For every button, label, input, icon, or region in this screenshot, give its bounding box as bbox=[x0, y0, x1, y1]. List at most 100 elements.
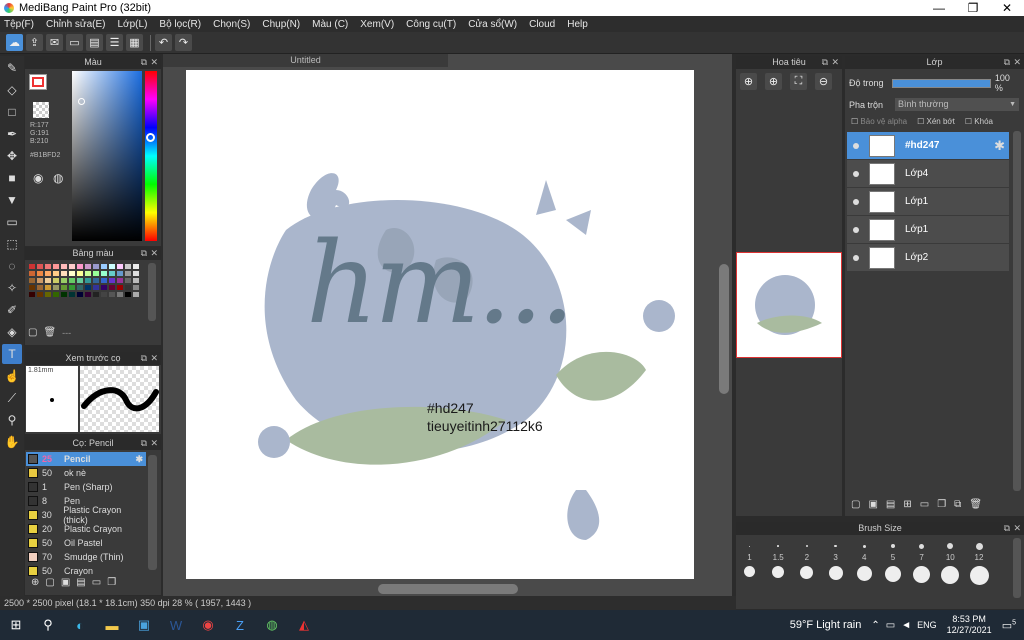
brush-list-item[interactable]: 70 Smudge (Thin) bbox=[26, 550, 146, 564]
delete-palette-icon[interactable]: 🗑 bbox=[43, 327, 56, 338]
menu-color[interactable]: Màu (C) bbox=[312, 19, 348, 30]
brush-size-preset[interactable]: 1 bbox=[740, 539, 759, 585]
redo-icon[interactable]: ↷ bbox=[175, 34, 192, 51]
palette-swatch[interactable] bbox=[44, 270, 52, 277]
eye-icon[interactable] bbox=[853, 254, 859, 261]
merge-layer-icon[interactable]: ⧉ bbox=[954, 499, 961, 510]
network-icon[interactable]: ▭ bbox=[886, 620, 895, 631]
brush-size-scrollbar[interactable] bbox=[1013, 538, 1021, 598]
edge-icon[interactable]: ◐ bbox=[66, 612, 94, 638]
maximize-button[interactable]: ❐ bbox=[956, 1, 990, 15]
close-button[interactable]: ✕ bbox=[990, 1, 1024, 15]
palette-swatch[interactable] bbox=[132, 263, 140, 270]
close-icon[interactable]: ✕ bbox=[1013, 56, 1021, 69]
zoom-reset-icon[interactable]: ⊖ bbox=[815, 73, 832, 90]
eye-icon[interactable] bbox=[853, 226, 859, 233]
hue-slider[interactable] bbox=[145, 71, 157, 241]
palette-swatch[interactable] bbox=[108, 270, 116, 277]
store-icon[interactable]: ▣ bbox=[130, 612, 158, 638]
protect-alpha-checkbox[interactable]: ☐ Bảo vệ alpha bbox=[851, 117, 907, 126]
chrome-icon[interactable]: ◉ bbox=[194, 612, 222, 638]
palette-swatch[interactable] bbox=[36, 291, 44, 298]
gear-icon[interactable]: ✱ bbox=[994, 138, 1005, 154]
menu-window[interactable]: Cửa sổ(W) bbox=[468, 19, 517, 30]
brush-list-item[interactable]: 50 Oil Pastel bbox=[26, 536, 146, 550]
folder-icon[interactable]: ▭ bbox=[920, 499, 929, 510]
palette-swatch[interactable] bbox=[68, 291, 76, 298]
menu-filter[interactable]: Bộ lọc(R) bbox=[159, 19, 201, 30]
palette-swatch[interactable] bbox=[60, 284, 68, 291]
background-color-swatch[interactable] bbox=[33, 102, 49, 118]
palette-swatch[interactable] bbox=[44, 277, 52, 284]
cloud-icon[interactable]: ☁ bbox=[6, 34, 23, 51]
close-icon[interactable]: ✕ bbox=[150, 56, 158, 69]
color-wheel-icon[interactable]: ◉ bbox=[33, 171, 43, 185]
palette-scrollbar[interactable] bbox=[148, 263, 156, 321]
new-palette-icon[interactable]: ▢ bbox=[28, 327, 37, 338]
brush-list-item[interactable]: 50 Crayon bbox=[26, 564, 146, 578]
close-icon[interactable]: ✕ bbox=[150, 247, 158, 260]
popout-icon[interactable]: ⧉ bbox=[141, 437, 147, 450]
palette-swatch[interactable] bbox=[84, 291, 92, 298]
menu-help[interactable]: Help bbox=[567, 19, 588, 30]
select-eraser-tool-icon[interactable]: ◈ bbox=[2, 322, 22, 342]
popout-icon[interactable]: ⧉ bbox=[141, 247, 147, 260]
layer-row[interactable]: Lớp4 bbox=[847, 160, 1009, 187]
palette-swatch[interactable] bbox=[132, 291, 140, 298]
eraser-tool-icon[interactable]: ◇ bbox=[2, 80, 22, 100]
grid-icon[interactable]: ▦ bbox=[126, 34, 143, 51]
tray-chevron-icon[interactable]: ⌃ bbox=[871, 620, 879, 631]
palette-swatch[interactable] bbox=[92, 277, 100, 284]
palette-swatch[interactable] bbox=[52, 291, 60, 298]
layer-row[interactable]: Lớp1 bbox=[847, 188, 1009, 215]
bucket-tool-icon[interactable]: ▼ bbox=[2, 190, 22, 210]
upload-icon[interactable]: ⇪ bbox=[26, 34, 43, 51]
palette-swatch[interactable] bbox=[28, 284, 36, 291]
vertical-scrollbar[interactable] bbox=[719, 264, 729, 394]
undo-icon[interactable]: ↶ bbox=[155, 34, 172, 51]
palette-swatch[interactable] bbox=[68, 284, 76, 291]
brush-size-preset[interactable]: 5 bbox=[883, 539, 902, 585]
popout-icon[interactable]: ⧉ bbox=[1004, 56, 1010, 69]
menu-layer[interactable]: Lớp(L) bbox=[118, 19, 148, 30]
magic-wand-tool-icon[interactable]: ✧ bbox=[2, 278, 22, 298]
palette-swatch[interactable] bbox=[84, 277, 92, 284]
palette-swatch[interactable] bbox=[84, 270, 92, 277]
palette-swatch[interactable] bbox=[92, 270, 100, 277]
palette-swatch[interactable] bbox=[84, 263, 92, 270]
brush-size-preset[interactable]: 3 bbox=[826, 539, 845, 585]
palette-swatch[interactable] bbox=[76, 277, 84, 284]
eye-icon[interactable] bbox=[853, 142, 859, 149]
brush-size-preset[interactable]: 2 bbox=[797, 539, 816, 585]
menu-file[interactable]: Tệp(F) bbox=[4, 19, 34, 30]
new-brush-icon[interactable]: ▢ bbox=[45, 577, 54, 588]
palette-swatch[interactable] bbox=[44, 291, 52, 298]
foreground-color-swatch[interactable] bbox=[29, 74, 47, 90]
palette-swatch[interactable] bbox=[68, 263, 76, 270]
new-folder-layer-icon[interactable]: ▤ bbox=[886, 499, 895, 510]
palette-swatch[interactable] bbox=[52, 263, 60, 270]
palette-swatch[interactable] bbox=[108, 277, 116, 284]
close-icon[interactable]: ✕ bbox=[831, 56, 839, 69]
volume-icon[interactable]: ◄ bbox=[901, 620, 911, 631]
palette-swatch[interactable] bbox=[36, 263, 44, 270]
close-icon[interactable]: ✕ bbox=[1013, 522, 1021, 535]
palette-swatch[interactable] bbox=[36, 284, 44, 291]
brush-size-preset[interactable]: 10 bbox=[941, 539, 960, 585]
saturation-value-picker[interactable] bbox=[72, 71, 142, 241]
brush-list-item[interactable]: 25 Pencil ✱ bbox=[26, 452, 146, 466]
layers-scrollbar[interactable] bbox=[1013, 131, 1021, 491]
menu-tools[interactable]: Công cụ(T) bbox=[406, 19, 456, 30]
palette-swatch[interactable] bbox=[100, 277, 108, 284]
text-tool-icon[interactable]: T bbox=[2, 344, 22, 364]
brush-list-item[interactable]: 30 Plastic Crayon (thick) bbox=[26, 505, 146, 525]
palette-swatch[interactable] bbox=[76, 284, 84, 291]
weather-widget[interactable]: 59°F Light rain bbox=[790, 619, 862, 631]
brush-list-item[interactable]: 50 ok nè bbox=[26, 466, 146, 480]
palette-swatch[interactable] bbox=[52, 277, 60, 284]
windows-start-icon[interactable]: ⊞ bbox=[2, 612, 30, 638]
medibang-icon[interactable]: ◍ bbox=[258, 612, 286, 638]
layer-row[interactable]: Lớp1 bbox=[847, 216, 1009, 243]
lock-checkbox[interactable]: ☐ Khóa bbox=[965, 117, 993, 126]
palette-swatch[interactable] bbox=[132, 270, 140, 277]
